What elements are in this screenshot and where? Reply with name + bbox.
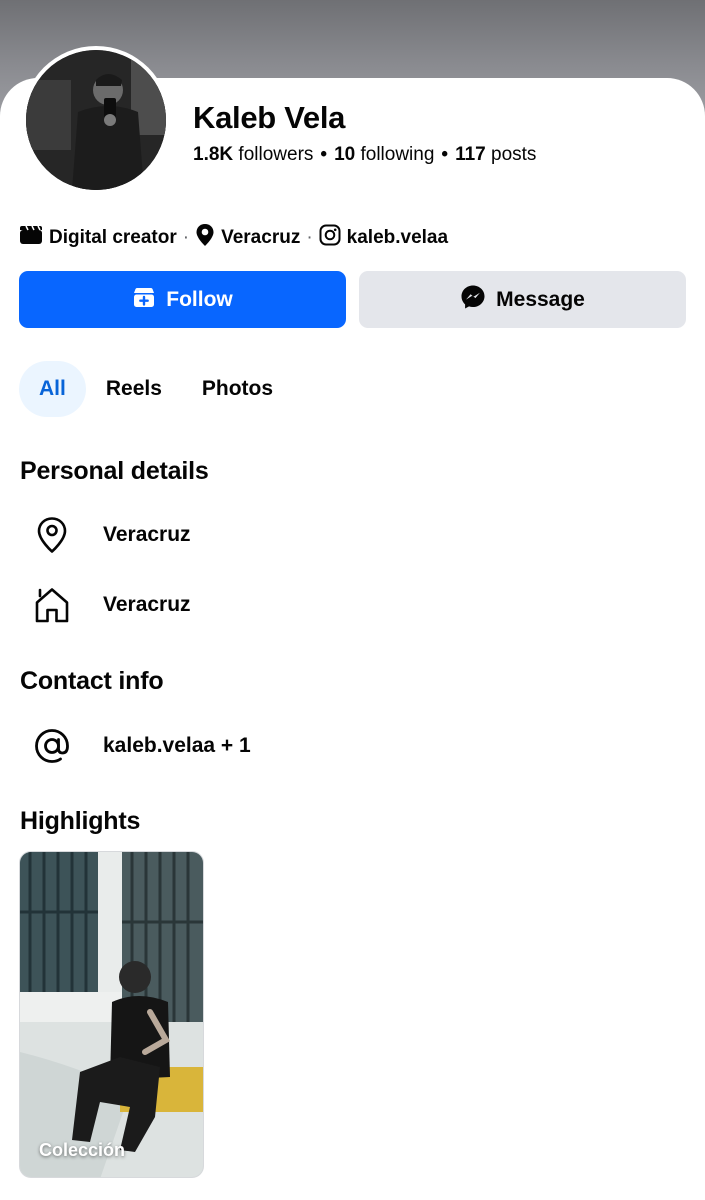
clapperboard-icon [19, 225, 49, 251]
follow-label: Follow [166, 287, 233, 311]
tab-all[interactable]: All [19, 361, 86, 417]
profile-tabs: All Reels Photos [19, 361, 293, 417]
followers-stat[interactable]: 1.8K followers [193, 144, 313, 165]
hometown-row[interactable]: Veracruz [30, 585, 191, 625]
home-icon [30, 585, 74, 625]
instagram-icon [319, 224, 347, 252]
highlight-item[interactable]: Colección [19, 851, 204, 1178]
stats-separator: • [441, 144, 449, 165]
add-friend-icon [132, 285, 166, 315]
follow-button[interactable]: Follow [19, 271, 346, 328]
contact-info-title: Contact info [20, 667, 164, 695]
followers-label: followers [238, 144, 314, 165]
tab-reels[interactable]: Reels [86, 361, 182, 417]
message-label: Message [496, 287, 585, 311]
instagram-link[interactable]: kaleb.velaa [347, 227, 448, 249]
personal-details-title: Personal details [20, 457, 209, 485]
highlight-thumbnail [20, 852, 203, 1177]
avatar-photo [26, 50, 166, 190]
current-city-row[interactable]: Veracruz [30, 515, 191, 555]
highlight-label: Colección [39, 1140, 126, 1160]
contact-handle-row[interactable]: kaleb.velaa + 1 [30, 726, 251, 766]
message-button[interactable]: Message [359, 271, 686, 328]
meta-separator: · [182, 227, 190, 248]
following-count: 10 [334, 144, 356, 165]
followers-count: 1.8K [193, 144, 234, 165]
profile-stats: 1.8K followers • 10 following • 117 posts [193, 144, 536, 166]
posts-label: posts [491, 144, 537, 165]
messenger-icon [460, 284, 496, 316]
current-city-text: Veracruz [103, 523, 191, 546]
following-label: following [360, 144, 435, 165]
highlights-title: Highlights [20, 807, 141, 835]
posts-count: 117 [455, 144, 486, 165]
map-pin-outline-icon [30, 515, 74, 555]
tab-photos[interactable]: Photos [182, 361, 293, 417]
at-sign-icon [30, 726, 74, 766]
location-pin-icon [195, 223, 221, 253]
posts-stat[interactable]: 117 posts [455, 144, 536, 165]
profile-meta: Digital creator · Veracruz · kaleb.velaa [19, 223, 448, 253]
hometown-text: Veracruz [103, 593, 191, 616]
category-text: Digital creator [49, 227, 177, 248]
following-stat[interactable]: 10 following [334, 144, 434, 165]
stats-separator: • [320, 144, 328, 165]
contact-handle-text: kaleb.velaa + 1 [103, 734, 251, 757]
location-link[interactable]: Veracruz [221, 227, 300, 249]
meta-separator: · [306, 227, 313, 248]
profile-name: Kaleb Vela [193, 100, 346, 135]
profile-avatar[interactable] [22, 46, 170, 194]
